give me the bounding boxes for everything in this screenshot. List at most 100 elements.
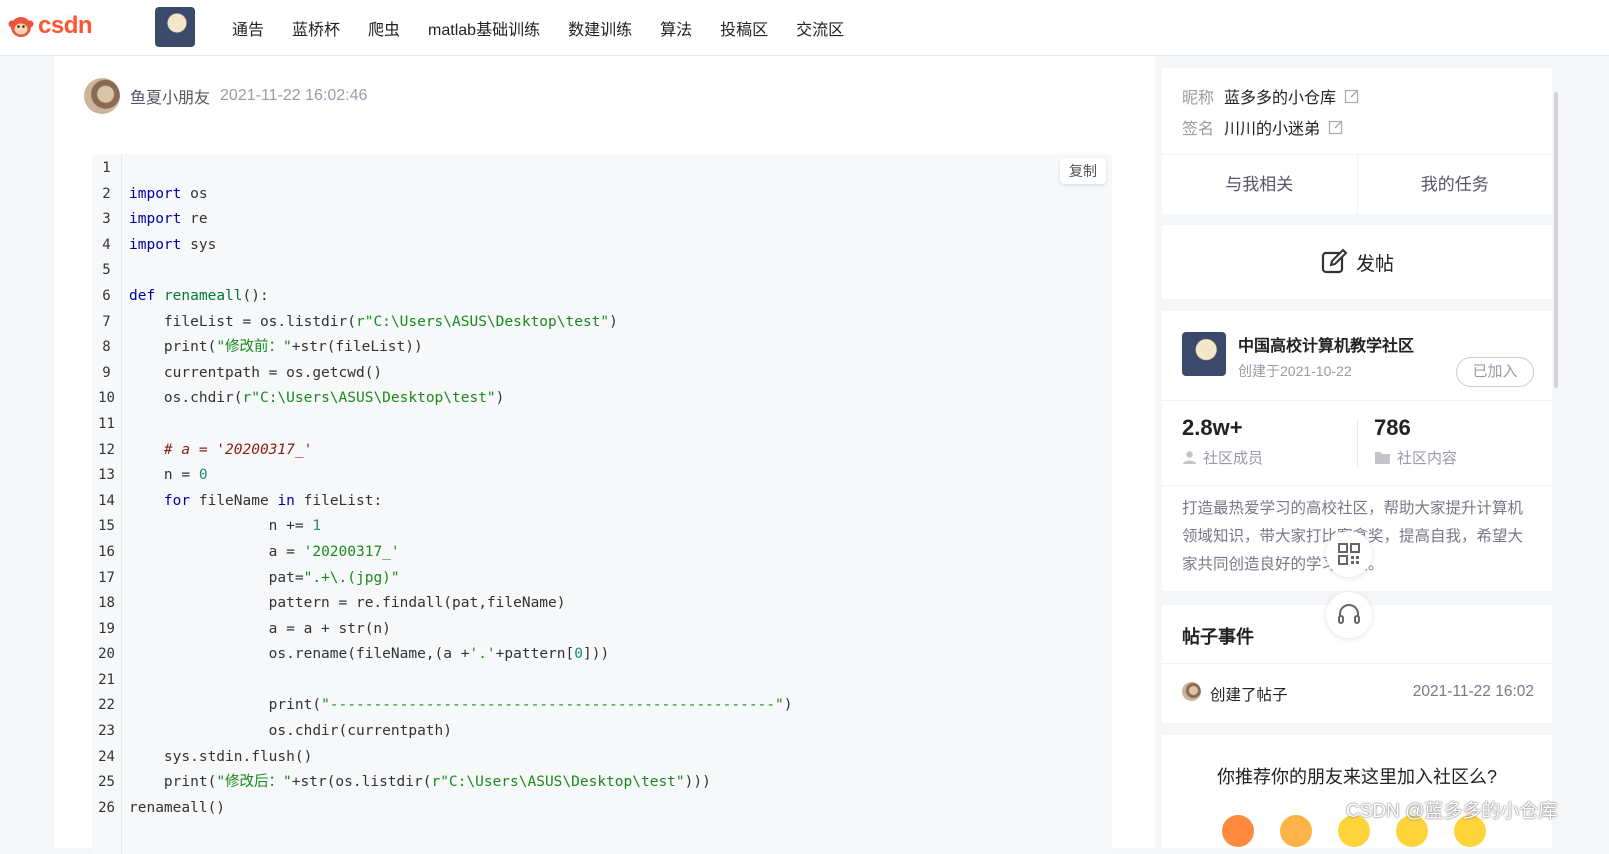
line-number: 6 bbox=[102, 287, 111, 304]
nav-item-lanqiao[interactable]: 蓝桥杯 bbox=[292, 16, 340, 40]
emoji-rating-2[interactable] bbox=[1280, 815, 1312, 847]
joined-button[interactable]: 已加入 bbox=[1456, 357, 1534, 387]
edit-icon[interactable] bbox=[1344, 88, 1360, 104]
content-count: 786 bbox=[1374, 415, 1411, 440]
code-line: print("---------------------------------… bbox=[129, 697, 793, 714]
line-number: 16 bbox=[98, 543, 115, 560]
signature-row: 签名 川川的小迷弟 bbox=[1182, 115, 1344, 139]
code-line: a = a + str(n) bbox=[129, 620, 391, 637]
code-line: a = '20200317_' bbox=[129, 543, 400, 560]
community-stats: 2.8w+ 社区成员 786 社区内容 bbox=[1162, 400, 1552, 486]
post-main-panel: 鱼夏小朋友 2021-11-22 16:02:46 1 2 3 4 5 6 7 8 9 10 11 1… bbox=[54, 56, 1155, 854]
line-number: 22 bbox=[98, 697, 115, 714]
nav-menu: 通告 蓝桥杯 爬虫 matlab基础训练 数建训练 算法 投稿区 交流区 bbox=[232, 0, 872, 56]
community-avatar-nav[interactable] bbox=[155, 7, 195, 47]
code-line: ​ bbox=[129, 668, 792, 694]
qrcode-float-button[interactable] bbox=[1326, 531, 1372, 577]
line-number: 19 bbox=[98, 620, 115, 637]
content-label: 社区内容 bbox=[1397, 450, 1458, 467]
nav-item-algorithm[interactable]: 算法 bbox=[660, 16, 692, 40]
line-number: 7 bbox=[102, 313, 111, 330]
code-line: def renameall(): bbox=[129, 287, 269, 304]
event-avatar bbox=[1182, 682, 1201, 701]
line-number: 9 bbox=[102, 364, 111, 381]
nickname-value: 蓝多多的小仓库 bbox=[1224, 90, 1337, 107]
customer-service-float-button[interactable] bbox=[1326, 592, 1372, 638]
line-number: 23 bbox=[98, 723, 115, 740]
code-line: pat=".+\.(jpg)" bbox=[129, 569, 400, 586]
profile-tabs: 与我相关 我的任务 bbox=[1162, 154, 1552, 215]
stats-divider bbox=[1357, 419, 1358, 467]
code-line: fileList = os.listdir(r"C:\Users\ASUS\De… bbox=[129, 313, 618, 330]
line-number: 18 bbox=[98, 595, 115, 612]
nav-item-modeling[interactable]: 数建训练 bbox=[568, 16, 632, 40]
folder-icon bbox=[1375, 452, 1390, 464]
recommend-title: 你推荐你的朋友来这里加入社区么? bbox=[1216, 767, 1497, 787]
new-post-label: 发帖 bbox=[1355, 253, 1394, 275]
code-line: pattern = re.findall(pat,fileName) bbox=[129, 595, 566, 612]
line-number: 21 bbox=[98, 671, 115, 688]
line-number: 13 bbox=[98, 467, 115, 484]
line-number: 10 bbox=[98, 390, 115, 407]
content-label-row: 社区内容 bbox=[1374, 447, 1457, 468]
nav-item-crawler[interactable]: 爬虫 bbox=[368, 16, 400, 40]
code-line: os.rename(fileName,(a +'.'+pattern[0])) bbox=[129, 646, 610, 663]
csdn-logo[interactable]: csdn bbox=[8, 12, 93, 40]
nickname-label: 昵称 bbox=[1182, 90, 1215, 107]
members-label: 社区成员 bbox=[1203, 450, 1264, 467]
code-line: n += 1 bbox=[129, 518, 322, 535]
line-number: 20 bbox=[98, 646, 115, 663]
community-avatar[interactable] bbox=[1182, 332, 1226, 376]
code-line: currentpath = os.getcwd() bbox=[129, 364, 383, 381]
line-number: 26 bbox=[98, 799, 115, 816]
tab-my-tasks[interactable]: 我的任务 bbox=[1356, 155, 1553, 215]
recommend-card: 你推荐你的朋友来这里加入社区么? bbox=[1162, 735, 1552, 848]
community-created: 创建于2021-10-22 bbox=[1238, 363, 1352, 379]
line-number: 14 bbox=[98, 492, 115, 509]
line-number: 12 bbox=[98, 441, 115, 458]
new-post-button[interactable]: 发帖 bbox=[1162, 225, 1552, 299]
events-title: 帖子事件 bbox=[1182, 627, 1254, 647]
code-line: sys.stdin.flush() bbox=[129, 748, 313, 765]
line-number: 4 bbox=[102, 236, 111, 253]
user-icon bbox=[1183, 451, 1196, 464]
community-name[interactable]: 中国高校计算机教学社区 bbox=[1238, 332, 1414, 356]
monkey-logo-icon bbox=[8, 17, 34, 37]
code-line: import sys bbox=[129, 236, 217, 253]
signature-value: 川川的小迷弟 bbox=[1224, 121, 1321, 138]
nickname-row: 昵称 蓝多多的小仓库 bbox=[1182, 84, 1360, 108]
copy-button[interactable]: 复制 bbox=[1060, 158, 1106, 184]
event-time: 2021-11-22 16:02 bbox=[1412, 683, 1534, 700]
logo-text: csdn bbox=[38, 12, 93, 39]
compose-icon bbox=[1321, 248, 1348, 274]
line-number: 2 bbox=[102, 185, 111, 202]
event-text: 创建了帖子 bbox=[1210, 687, 1288, 704]
nav-item-forum[interactable]: 交流区 bbox=[796, 16, 844, 40]
author-avatar[interactable] bbox=[84, 78, 120, 114]
line-number: 1 bbox=[102, 160, 111, 176]
code-line: os.chdir(currentpath) bbox=[129, 723, 453, 740]
line-number: 5 bbox=[102, 262, 111, 279]
code-line: renameall() bbox=[129, 799, 226, 816]
line-number: 17 bbox=[98, 569, 115, 586]
emoji-rating-1[interactable] bbox=[1222, 815, 1254, 847]
page-scrollbar[interactable] bbox=[1554, 92, 1558, 388]
line-number: 25 bbox=[98, 774, 115, 791]
top-navbar: csdn 通告 蓝桥杯 爬虫 matlab基础训练 数建训练 算法 投稿区 交流… bbox=[0, 0, 1609, 56]
author-name[interactable]: 鱼夏小朋友 bbox=[130, 84, 210, 108]
members-label-row: 社区成员 bbox=[1182, 447, 1263, 468]
line-number: 11 bbox=[98, 415, 115, 432]
nav-item-matlab[interactable]: matlab基础训练 bbox=[428, 16, 540, 40]
edit-icon[interactable] bbox=[1328, 119, 1344, 135]
headset-icon bbox=[1338, 604, 1360, 624]
line-number: 3 bbox=[102, 211, 111, 228]
nav-item-notice[interactable]: 通告 bbox=[232, 16, 264, 40]
post-header: 鱼夏小朋友 2021-11-22 16:02:46 bbox=[84, 78, 367, 114]
code-block: 1 2 3 4 5 6 7 8 9 10 11 12 13 14 15 16 17 18 19 20 21 22 23 24 2… bbox=[92, 154, 1112, 854]
code-line: n = 0 bbox=[129, 467, 208, 484]
tab-related-to-me[interactable]: 与我相关 bbox=[1162, 155, 1357, 215]
members-count: 2.8w+ bbox=[1182, 415, 1243, 440]
nav-item-submission[interactable]: 投稿区 bbox=[720, 16, 768, 40]
code-line: ​ bbox=[129, 156, 792, 182]
post-time: 2021-11-22 16:02:46 bbox=[220, 87, 368, 104]
